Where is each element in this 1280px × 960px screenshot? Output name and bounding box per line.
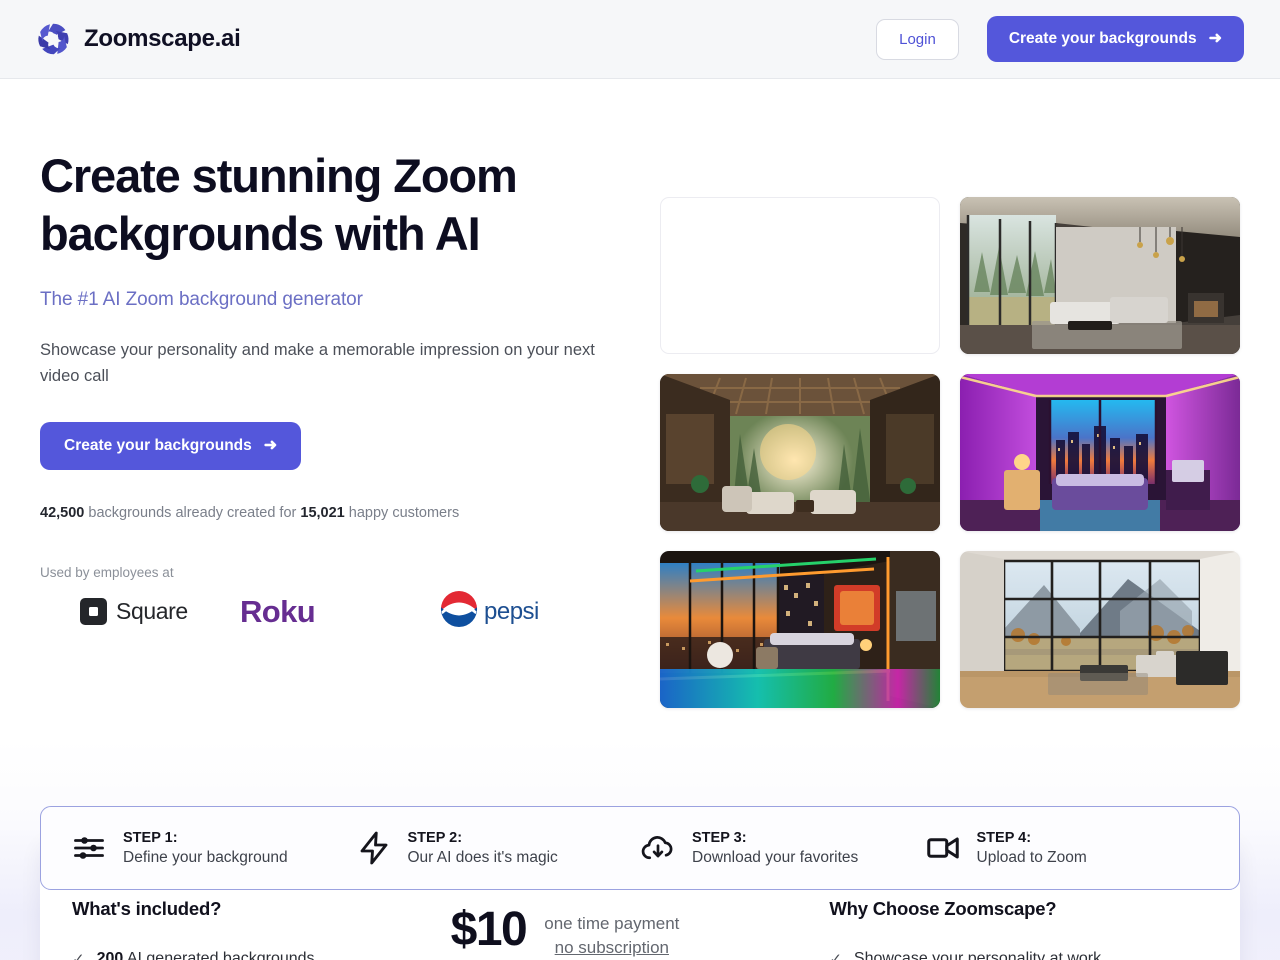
price-no-subscription[interactable]: no subscription bbox=[544, 938, 679, 958]
step-4: STEP 4: Upload to Zoom bbox=[925, 830, 1210, 867]
header-cta-button[interactable]: Create your backgrounds ➜ bbox=[986, 16, 1244, 62]
stat-suffix: happy customers bbox=[348, 505, 460, 522]
step-1-number: STEP 1: bbox=[123, 829, 178, 846]
gallery-tile-modern-forest-loft[interactable] bbox=[960, 197, 1240, 354]
why-feature-text: Showcase your personality at work bbox=[853, 950, 1102, 960]
brand-name: Zoomscape.ai bbox=[84, 25, 241, 52]
hero-cta-button[interactable]: Create your backgrounds ➜ bbox=[40, 422, 302, 471]
logo-pepsi: pepsi bbox=[440, 590, 640, 633]
why-feature-item: ✓ Showcase your personality at work bbox=[829, 950, 1208, 960]
site-header: Zoomscape.ai Login Create your backgroun… bbox=[0, 0, 1280, 79]
lightning-bolt-icon bbox=[356, 830, 392, 866]
customer-logos: Square Roku pepsi bbox=[40, 590, 640, 633]
hero-gallery bbox=[660, 119, 1240, 708]
step-1-text: Define your background bbox=[123, 848, 288, 866]
aperture-icon bbox=[36, 22, 70, 56]
included-feature-item: ✓ 200 AI generated backgrounds bbox=[72, 950, 451, 960]
roku-logo-text: Roku bbox=[240, 593, 316, 629]
step-4-text: Upload to Zoom bbox=[976, 848, 1087, 866]
hero-description: Showcase your personality and make a mem… bbox=[40, 340, 595, 386]
hero-cta-label: Create your backgrounds bbox=[64, 437, 252, 455]
hero-copy: Create stunning Zoom backgrounds with AI… bbox=[40, 119, 640, 708]
why-column: Why Choose Zoomscape? ✓ Showcase your pe… bbox=[829, 898, 1208, 960]
pepsi-logo-text: pepsi bbox=[484, 597, 539, 625]
gallery-tile-neon-purple-bedroom[interactable] bbox=[960, 374, 1240, 531]
check-icon: ✓ bbox=[829, 951, 842, 960]
included-feature-count: 200 bbox=[96, 950, 124, 960]
login-button[interactable]: Login bbox=[876, 18, 959, 60]
logo-roku: Roku bbox=[240, 594, 440, 630]
arrow-right-icon: ➜ bbox=[263, 437, 278, 455]
step-3: STEP 3: Download your favorites bbox=[640, 830, 925, 867]
hero-subtitle: The #1 AI Zoom background generator bbox=[40, 288, 363, 310]
gallery-tile-mountain-valley-window[interactable] bbox=[960, 551, 1240, 708]
gallery-tile-neon-city-bedroom[interactable] bbox=[660, 551, 940, 708]
social-proof-stats: 42,500 backgrounds already created for 1… bbox=[40, 505, 640, 521]
gallery-tile-placeholder[interactable] bbox=[660, 197, 940, 354]
page-title: Create stunning Zoom backgrounds with AI bbox=[40, 149, 518, 260]
header-actions: Login Create your backgrounds ➜ bbox=[876, 16, 1244, 62]
price-amount: $10 bbox=[450, 903, 528, 956]
header-cta-label: Create your backgrounds bbox=[1008, 30, 1197, 47]
used-by-section: Used by employees at Square Roku pepsi bbox=[40, 565, 640, 633]
video-camera-icon bbox=[925, 830, 961, 866]
step-1: STEP 1: Define your background bbox=[71, 830, 356, 867]
sliders-icon bbox=[71, 830, 107, 866]
included-column: What's included? ✓ 200 AI generated back… bbox=[72, 898, 451, 960]
step-3-number: STEP 3: bbox=[692, 829, 747, 846]
step-2: STEP 2: Our AI does it's magic bbox=[356, 830, 641, 867]
why-title: Why Choose Zoomscape? bbox=[829, 898, 1057, 919]
used-by-label: Used by employees at bbox=[40, 565, 174, 581]
stat-backgrounds-count: 42,500 bbox=[40, 505, 85, 522]
check-icon: ✓ bbox=[72, 951, 85, 960]
brand[interactable]: Zoomscape.ai bbox=[36, 22, 241, 56]
stat-customers-count: 15,021 bbox=[300, 505, 345, 522]
step-2-number: STEP 2: bbox=[407, 829, 463, 846]
included-title: What's included? bbox=[72, 898, 222, 919]
steps-band: What's included? ✓ 200 AI generated back… bbox=[0, 740, 1280, 960]
price-payment-type: one time payment bbox=[544, 914, 680, 933]
cloud-download-icon bbox=[640, 830, 676, 866]
arrow-right-icon: ➜ bbox=[1208, 30, 1222, 47]
pepsi-logo-icon bbox=[440, 590, 478, 633]
price-column: $10 one time payment no subscription bbox=[451, 898, 830, 958]
included-feature-text: AI generated backgrounds bbox=[126, 950, 315, 960]
step-4-number: STEP 4: bbox=[976, 829, 1032, 846]
square-logo-icon bbox=[80, 598, 107, 626]
steps-card: STEP 1: Define your background STEP 2: O… bbox=[40, 806, 1240, 890]
logo-square: Square bbox=[40, 598, 240, 626]
step-2-text: Our AI does it's magic bbox=[407, 848, 558, 866]
square-logo-text: Square bbox=[116, 598, 188, 625]
step-3-text: Download your favorites bbox=[692, 848, 859, 866]
gallery-tile-jungle-atrium-lounge[interactable] bbox=[660, 374, 940, 531]
hero-section: Create stunning Zoom backgrounds with AI… bbox=[0, 79, 1280, 708]
stat-mid-text: backgrounds already created for bbox=[88, 505, 297, 522]
